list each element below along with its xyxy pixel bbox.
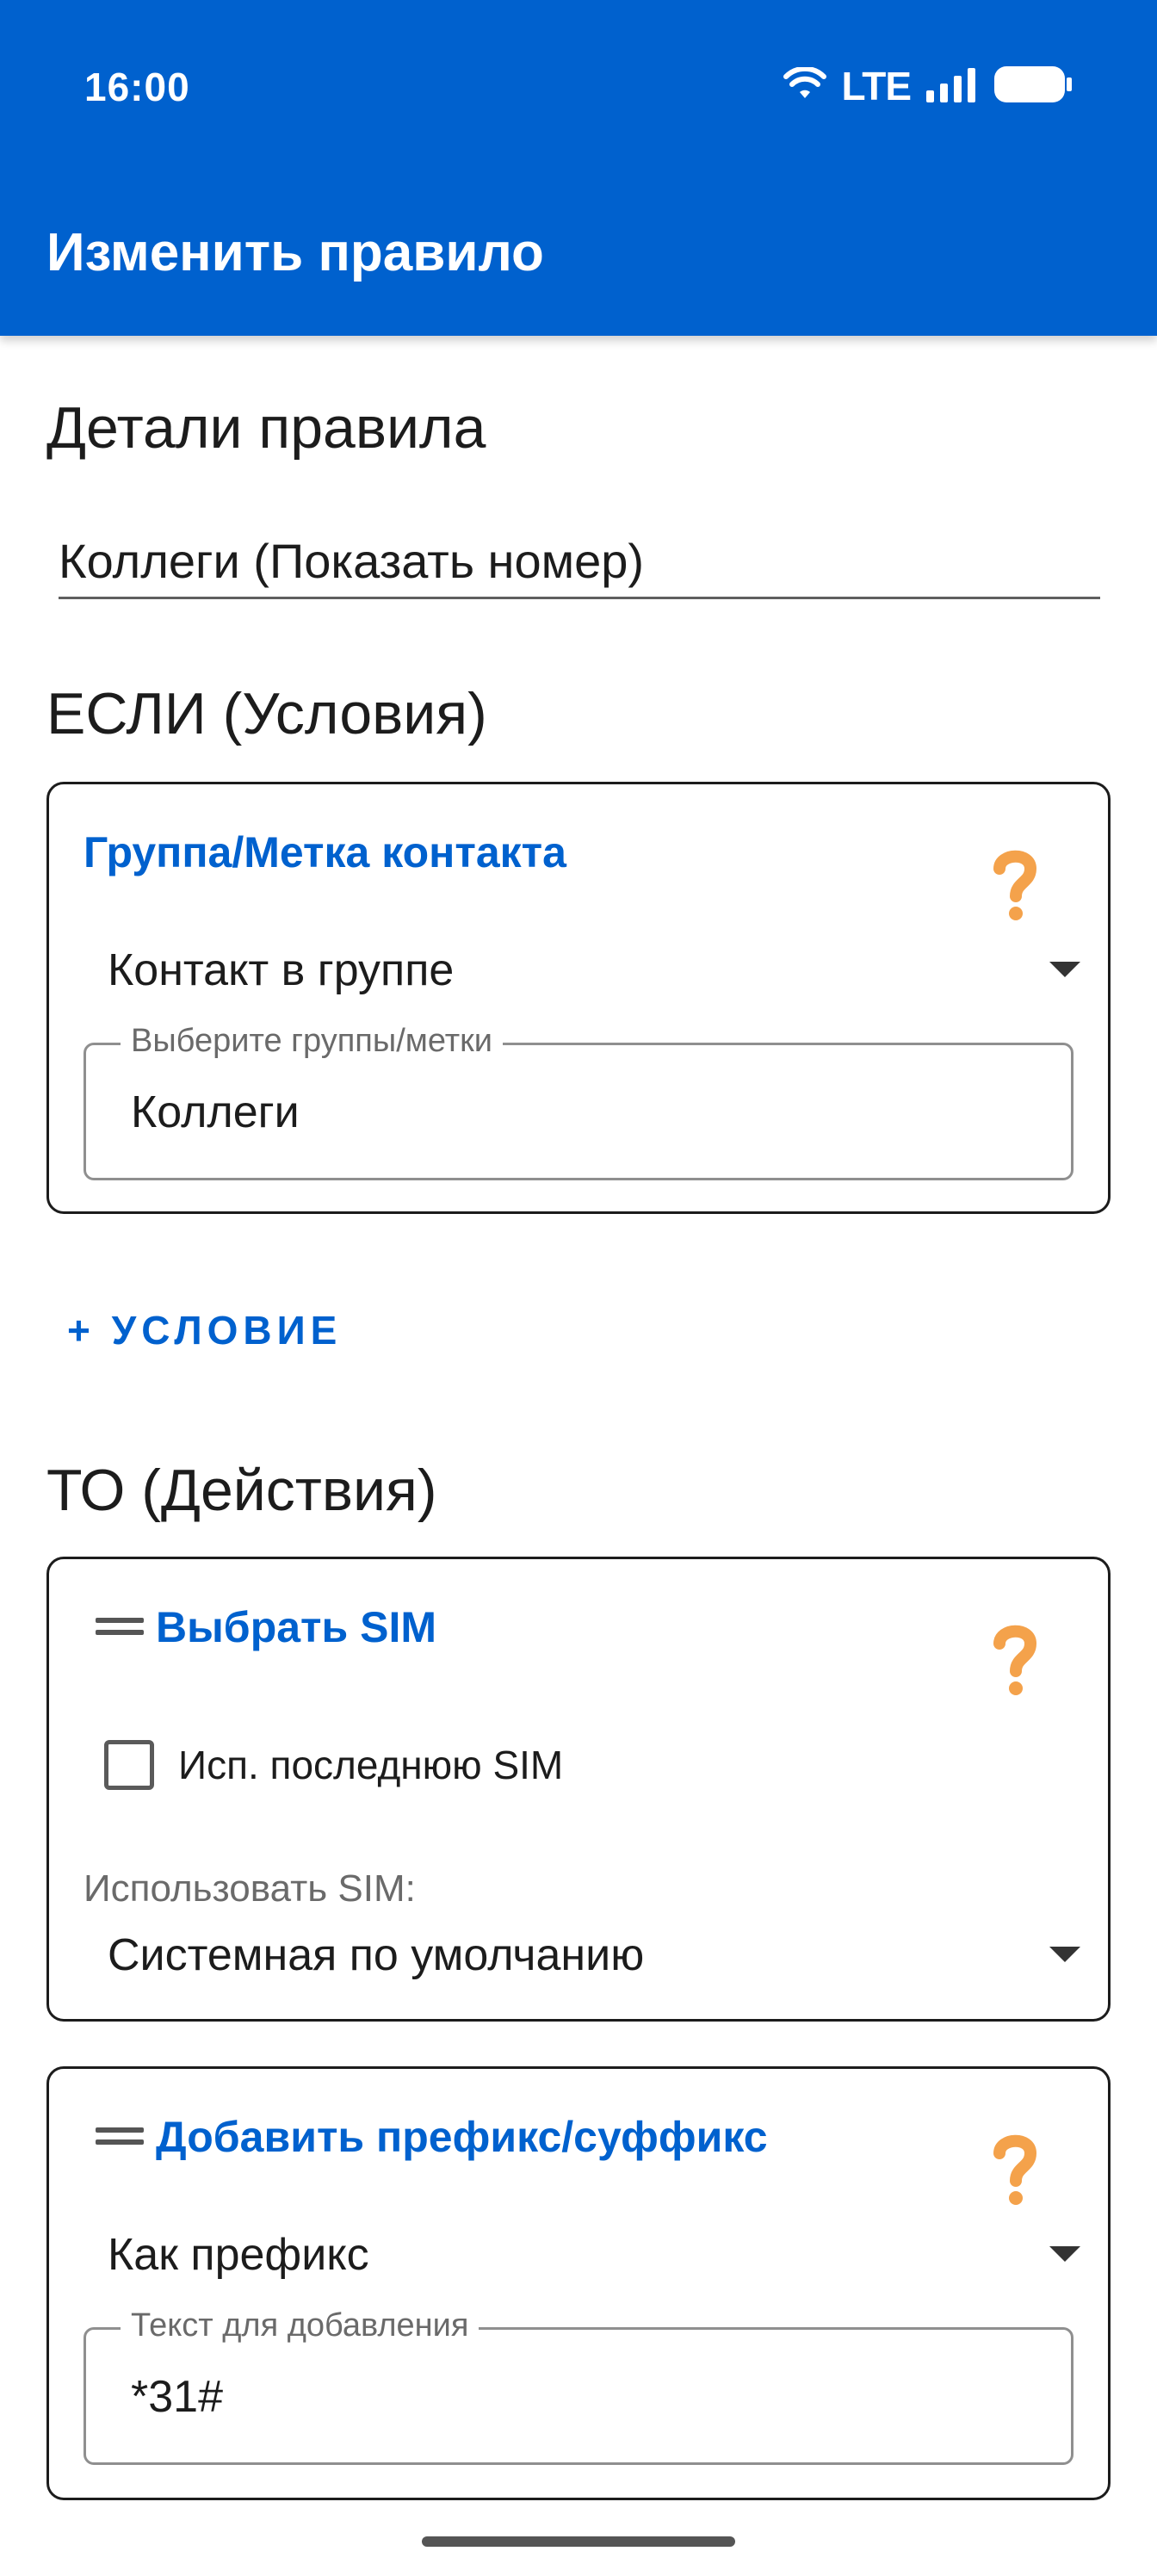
text-to-add-field[interactable]: Текст для добавления *31# <box>84 2307 1073 2465</box>
prefix-mode-value: Как префикс <box>108 2230 369 2280</box>
action-card-prefix-suffix: Добавить префикс/суффикс Как префикс Тек… <box>46 2066 1111 2500</box>
dropdown-arrow-icon <box>1049 962 1080 977</box>
text-to-add-value: *31# <box>131 2372 223 2422</box>
sim-dropdown-value: Системная по умолчанию <box>108 1930 645 1980</box>
wifi-icon <box>783 65 826 106</box>
battery-icon <box>993 65 1073 108</box>
drag-handle-icon[interactable] <box>96 2126 144 2146</box>
action-card-title: Добавить префикс/суффикс <box>156 2113 768 2161</box>
prefix-mode-dropdown[interactable]: Как префикс <box>108 2220 1080 2289</box>
action-card-select-sim: Выбрать SIM Исп. последнюю SIM Использов… <box>46 1557 1111 2022</box>
help-icon[interactable] <box>989 2129 1041 2207</box>
conditions-heading: ЕСЛИ (Условия) <box>46 681 487 746</box>
home-indicator[interactable] <box>422 2536 735 2547</box>
use-sim-label: Использовать SIM: <box>84 1867 416 1910</box>
condition-type-dropdown[interactable]: Контакт в группе <box>108 936 1080 1005</box>
dropdown-arrow-icon <box>1049 2246 1080 2262</box>
groups-field-label: Выберите группы/метки <box>121 1023 504 1060</box>
groups-field-value: Коллеги <box>131 1087 300 1137</box>
last-sim-checkbox[interactable] <box>104 1740 154 1790</box>
signal-icon <box>926 66 978 107</box>
help-icon[interactable] <box>989 1619 1041 1697</box>
details-heading: Детали правила <box>46 395 486 461</box>
condition-card-contact-group: Группа/Метка контакта Контакт в группе В… <box>46 782 1111 1214</box>
condition-card-title: Группа/Метка контакта <box>84 828 566 876</box>
app-bar: 16:00 LTE Изменить правило <box>0 0 1157 336</box>
status-icons: LTE <box>783 60 1073 112</box>
drag-handle-icon[interactable] <box>96 1616 144 1637</box>
sim-dropdown[interactable]: Системная по умолчанию <box>108 1921 1080 1990</box>
page-title: Изменить правило <box>46 223 544 282</box>
groups-field[interactable]: Выберите группы/метки Коллеги <box>84 1023 1073 1180</box>
status-time: 16:00 <box>84 65 190 109</box>
rule-name-input[interactable]: Коллеги (Показать номер) <box>59 527 1100 599</box>
condition-type-value: Контакт в группе <box>108 945 455 995</box>
actions-heading: ТО (Действия) <box>46 1458 437 1523</box>
action-card-title: Выбрать SIM <box>156 1603 437 1651</box>
dropdown-arrow-icon <box>1049 1947 1080 1962</box>
text-to-add-label: Текст для добавления <box>121 2307 480 2344</box>
last-sim-checkbox-row[interactable]: Исп. последнюю SIM <box>104 1740 563 1790</box>
last-sim-checkbox-label: Исп. последнюю SIM <box>178 1743 564 1787</box>
add-condition-button[interactable]: + УСЛОВИЕ <box>67 1307 342 1353</box>
network-type: LTE <box>841 64 912 108</box>
help-icon[interactable] <box>989 845 1041 922</box>
rule-name-value: Коллеги (Показать номер) <box>59 534 645 588</box>
